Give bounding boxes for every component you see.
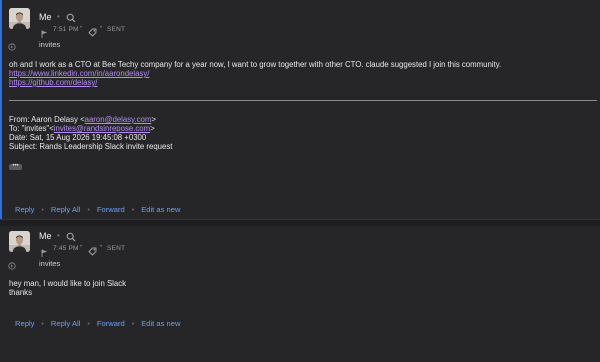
show-trimmed-content-button[interactable]: ••• <box>9 163 22 170</box>
person-photo-icon <box>9 8 30 29</box>
tag-icon[interactable] <box>88 243 97 261</box>
reply-all-button[interactable]: Reply All <box>51 319 81 328</box>
quoted-header: From: Aaron Delasy <aaron@delasy.com> To… <box>9 115 172 151</box>
quoted-subject: Subject: Rands Leadership Slack invite r… <box>9 142 173 151</box>
linkedin-link[interactable]: https://www.linkedin.com/in/aarondelasy/ <box>9 69 149 78</box>
body-line: hey man, I would like to join Slack <box>9 279 127 288</box>
meta-separator: • <box>80 244 83 250</box>
message-body: hey man, I would like to join Slack than… <box>9 279 126 297</box>
message-thread: Me • 7:51 PM • • SENT invites oh and I w… <box>0 0 600 362</box>
action-separator: • <box>131 207 135 214</box>
quoted-to-email[interactable]: invites@randsinrepose.com <box>54 124 150 133</box>
sender-name: Me <box>39 231 52 241</box>
quoted-to-end: > <box>150 124 155 133</box>
meta-separator: • <box>100 244 103 250</box>
reply-button[interactable]: Reply <box>15 319 34 328</box>
sender-name: Me <box>39 12 52 22</box>
quoted-to-label: To: "invites"< <box>9 124 54 133</box>
person-photo-icon <box>9 231 30 252</box>
message-card[interactable]: Me • 7:51 PM • • SENT invites oh and I w… <box>0 0 600 219</box>
body-line: oh and I work as a CTO at Bee Techy comp… <box>9 60 502 69</box>
github-link[interactable]: https://github.com/delasy/ <box>9 78 97 87</box>
message-subject: invites <box>39 40 61 49</box>
status-badge: SENT <box>107 245 126 252</box>
message-time: 7:45 PM <box>53 245 79 252</box>
header-separator: • <box>57 12 60 21</box>
quoted-date: Date: Sat, 15 Aug 2026 19:45:08 +0300 <box>9 133 147 142</box>
edit-as-new-button[interactable]: Edit as new <box>141 205 180 214</box>
avatar[interactable] <box>9 8 30 29</box>
message-body: oh and I work as a CTO at Bee Techy comp… <box>9 60 501 87</box>
expand-toggle-icon[interactable] <box>8 38 16 56</box>
quoted-from-end: > <box>151 115 156 124</box>
message-actions: Reply • Reply All • Forward • Edit as new <box>15 319 180 328</box>
message-divider <box>0 219 600 226</box>
meta-separator: • <box>80 25 83 31</box>
message-actions: Reply • Reply All • Forward • Edit as new <box>15 205 180 214</box>
body-line: thanks <box>9 288 32 297</box>
action-separator: • <box>87 207 90 214</box>
message-card[interactable]: Me • 7:45 PM • • SENT invites hey man, I… <box>0 226 600 336</box>
header-separator: • <box>57 231 60 240</box>
action-separator: • <box>41 207 44 214</box>
forward-button[interactable]: Forward <box>97 205 125 214</box>
reply-button[interactable]: Reply <box>15 205 34 214</box>
action-separator: • <box>131 321 135 328</box>
message-time: 7:51 PM <box>53 26 79 33</box>
reply-all-button[interactable]: Reply All <box>51 205 81 214</box>
quoted-to: To: "invites"<invites@randsinrepose.com> <box>9 124 172 133</box>
avatar[interactable] <box>9 231 30 252</box>
status-badge: SENT <box>107 26 126 33</box>
quote-divider <box>9 100 597 101</box>
forward-button[interactable]: Forward <box>97 319 125 328</box>
quoted-from-email[interactable]: aaron@delasy.com <box>85 115 152 124</box>
expand-toggle-icon[interactable] <box>8 257 16 275</box>
quoted-from-label: From: Aaron Delasy < <box>9 115 85 124</box>
message-subject: invites <box>39 259 61 268</box>
quoted-from: From: Aaron Delasy <aaron@delasy.com> <box>9 115 172 124</box>
action-separator: • <box>41 321 44 328</box>
edit-as-new-button[interactable]: Edit as new <box>141 319 180 328</box>
meta-separator: • <box>100 25 103 31</box>
tag-icon[interactable] <box>88 24 97 42</box>
action-separator: • <box>87 321 90 328</box>
